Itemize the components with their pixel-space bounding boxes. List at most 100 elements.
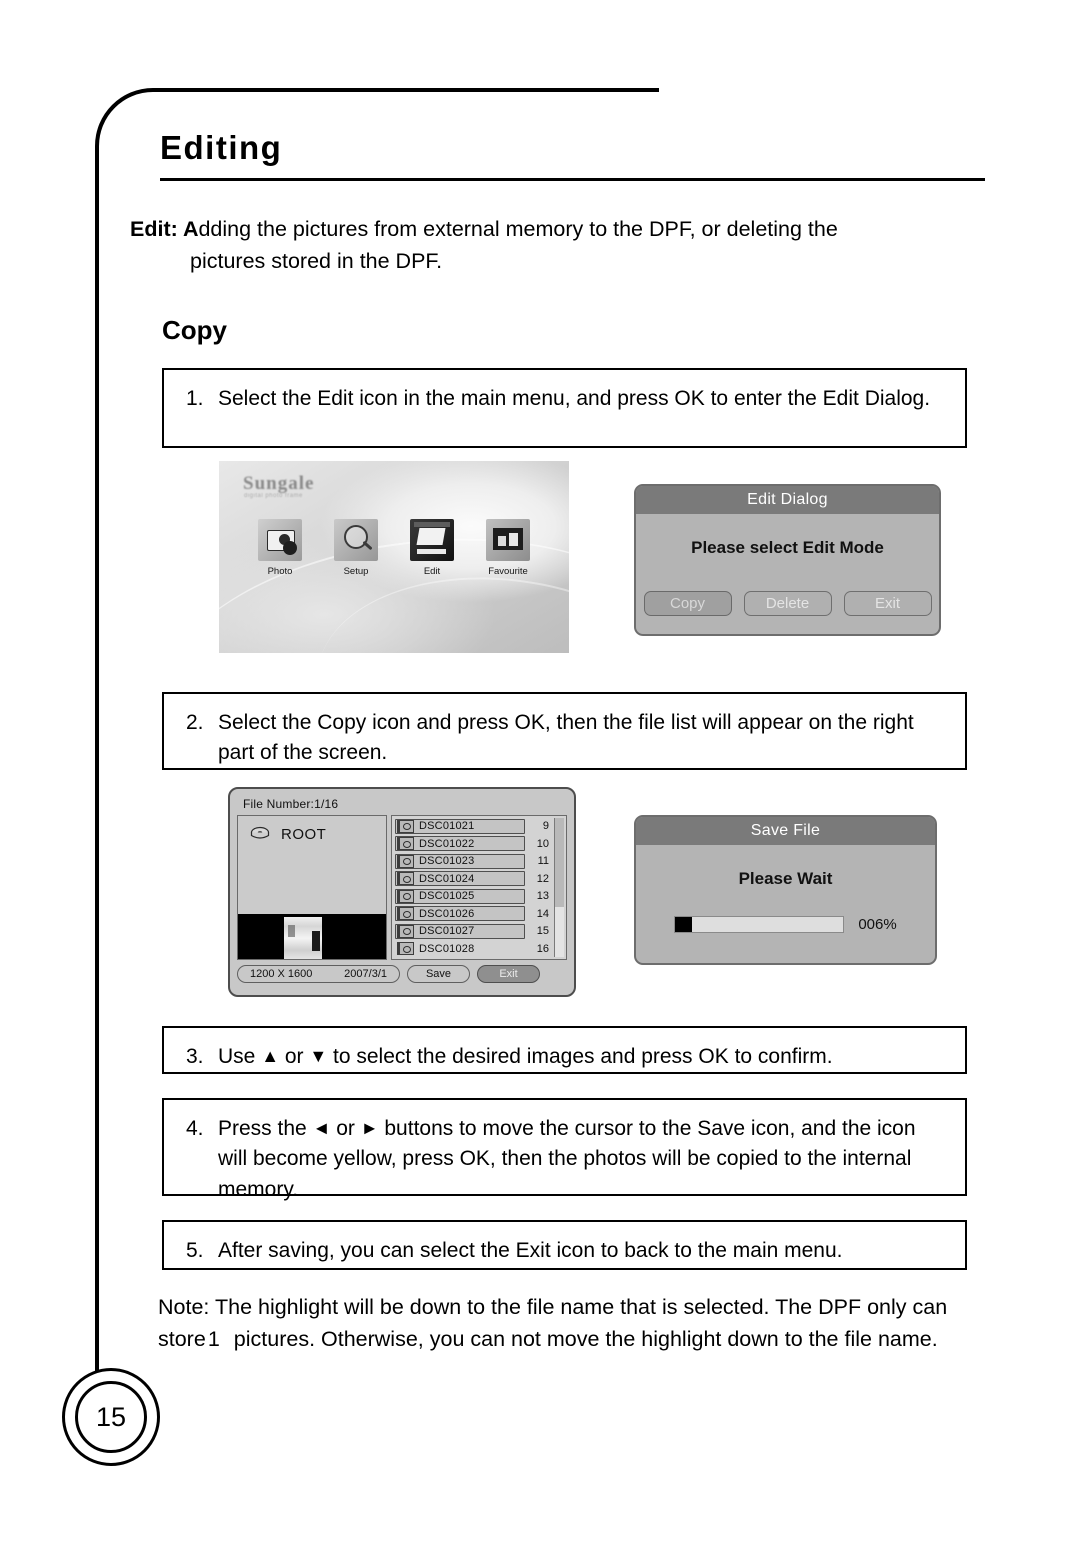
step-5-number: 5. <box>186 1239 204 1262</box>
file-index: 10 <box>536 837 549 850</box>
down-arrow-icon: ▼ <box>309 1046 328 1066</box>
step-1-number: 1. <box>186 387 204 410</box>
step-5-text: After saving, you can select the Exit ic… <box>218 1239 843 1262</box>
step-4-mid: or <box>330 1117 361 1140</box>
step-5-box: 5. After saving, you can select the Exit … <box>162 1220 967 1270</box>
file-list-item-chip[interactable]: DSC01021 <box>395 818 525 834</box>
intro-paragraph: Edit: Adding the pictures from external … <box>130 213 1000 278</box>
edit-page-icon <box>410 519 454 561</box>
file-name: DSC01026 <box>419 907 475 920</box>
camera-icon <box>258 519 302 561</box>
file-index: 13 <box>536 890 549 903</box>
image-file-icon <box>396 942 414 956</box>
file-browser-main: ROOT DSC01021 9 DSC01022 10 DSC01023 11 DSC010… <box>237 815 567 960</box>
file-number-label: File Number:1/16 <box>243 797 339 811</box>
exit-button[interactable]: Exit <box>843 591 932 616</box>
file-index: 12 <box>536 872 549 885</box>
main-menu-screenshot: Sungale digital photo frame Photo Setup <box>219 461 569 653</box>
file-index: 11 <box>537 855 549 868</box>
note-paragraph: Note: The highlight will be down to the … <box>158 1292 988 1355</box>
step-2-text: Select the Copy icon and press OK, then … <box>218 711 914 765</box>
file-list-item-chip[interactable]: DSC01026 <box>395 906 525 922</box>
file-list-scrollbar[interactable] <box>554 818 564 957</box>
file-index: 15 <box>536 925 549 938</box>
step-3-box: 3. Use ▲ or ▼ to select the desired image… <box>162 1026 967 1074</box>
up-arrow-icon: ▲ <box>261 1046 280 1066</box>
file-list-item-chip[interactable]: DSC01023 <box>395 853 525 869</box>
main-menu-item-photo[interactable]: Photo <box>253 519 307 577</box>
favourite-icon <box>486 519 530 561</box>
step-2-box: 2. Select the Copy icon and press OK, the… <box>162 692 967 770</box>
image-info-pill: 1200 X 1600 2007/3/1 <box>237 965 400 983</box>
main-menu-item-setup[interactable]: Setup <box>329 519 383 577</box>
intro-line1: dding the pictures from external memory … <box>198 217 838 241</box>
file-list-item-chip[interactable]: DSC01024 <box>395 871 525 887</box>
file-list-item[interactable]: DSC01026 14 <box>395 905 551 922</box>
file-list-item[interactable]: DSC01021 9 <box>395 818 551 835</box>
intro-line2: pictures stored in the DPF. <box>190 249 443 274</box>
magnifier-icon <box>334 519 378 561</box>
file-name: DSC01028 <box>419 942 475 955</box>
step-3-number: 3. <box>186 1045 204 1068</box>
file-index: 16 <box>536 942 549 955</box>
page-frame-top-rule <box>300 88 645 92</box>
main-menu-icon-row: Photo Setup Edit Favourite <box>219 519 569 577</box>
file-list-item[interactable]: DSC01025 13 <box>395 888 551 905</box>
file-name: DSC01027 <box>419 925 475 938</box>
step-2-number: 2. <box>186 711 204 734</box>
file-browser-left-pane: ROOT <box>237 815 387 960</box>
scrollbar-thumb[interactable] <box>555 818 564 907</box>
file-list-item[interactable]: DSC01028 16 <box>395 940 551 957</box>
file-list-item-chip[interactable]: DSC01025 <box>395 888 525 904</box>
file-index: 9 <box>542 820 549 833</box>
file-list-item[interactable]: DSC01027 15 <box>395 923 551 940</box>
save-button[interactable]: Save <box>407 965 470 983</box>
file-list-item[interactable]: DSC01024 12 <box>395 870 551 887</box>
page-header: Editing <box>160 129 985 182</box>
copy-button[interactable]: Copy <box>643 591 732 616</box>
file-list-item[interactable]: DSC01023 11 <box>395 853 551 870</box>
sungale-logo-subtitle: digital photo frame <box>244 493 303 499</box>
main-menu-label-setup: Setup <box>343 566 369 577</box>
save-file-dialog-screenshot: Save File Please Wait 006% <box>634 815 937 965</box>
main-menu-label-edit: Edit <box>423 566 441 577</box>
note-part2: pictures. Otherwise, you can not move th… <box>233 1326 938 1351</box>
step-4-box: 4. Press the ◄ or ► buttons to move the c… <box>162 1098 967 1201</box>
save-progress-row: 006% <box>636 916 935 933</box>
image-file-icon <box>396 889 414 903</box>
preview-thumbnail <box>284 917 322 959</box>
save-dialog-message: Please Wait <box>738 869 833 888</box>
right-arrow-icon: ► <box>360 1118 379 1138</box>
step-4-number: 4. <box>186 1117 204 1140</box>
main-menu-item-edit[interactable]: Edit <box>405 519 459 577</box>
image-resolution: 1200 X 1600 <box>250 968 313 980</box>
sungale-logo: Sungale <box>243 473 315 494</box>
step-3-prefix: Use <box>218 1045 262 1068</box>
title-underline <box>160 178 985 182</box>
image-file-icon <box>396 907 414 921</box>
step-1-box: 1. Select the Edit icon in the main menu,… <box>162 368 967 448</box>
image-file-icon <box>396 837 414 851</box>
root-folder-label: ROOT <box>281 826 327 843</box>
file-list-item-chip[interactable]: DSC01022 <box>395 836 525 852</box>
image-file-icon <box>396 872 414 886</box>
file-list-item[interactable]: DSC01022 10 <box>395 835 551 852</box>
file-list-item-chip[interactable]: DSC01028 <box>395 941 525 956</box>
main-menu-label-photo: Photo <box>267 566 293 577</box>
file-name: DSC01023 <box>419 855 475 868</box>
main-menu-label-favourite: Favourite <box>488 566 528 577</box>
edit-dialog-message: Please select Edit Mode <box>691 538 884 557</box>
file-list: DSC01021 9 DSC01022 10 DSC01023 11 DSC01024 12 D… <box>395 818 551 957</box>
file-name: DSC01021 <box>419 820 475 833</box>
file-name: DSC01025 <box>419 890 475 903</box>
exit-button[interactable]: Exit <box>477 965 540 983</box>
file-browser-right-pane: DSC01021 9 DSC01022 10 DSC01023 11 DSC01024 12 D… <box>391 815 567 960</box>
manual-page: Editing Edit: Adding the pictures from e… <box>0 0 1080 1563</box>
edit-dialog-button-row: Copy Delete Exit <box>636 591 939 616</box>
delete-button[interactable]: Delete <box>743 591 832 616</box>
edit-dialog-body: Please select Edit Mode Copy Delete Exit <box>636 514 939 634</box>
root-folder-row[interactable]: ROOT <box>238 816 386 914</box>
main-menu-item-favourite[interactable]: Favourite <box>481 519 535 577</box>
edit-dialog-title: Edit Dialog <box>636 486 939 514</box>
file-list-item-chip[interactable]: DSC01027 <box>395 923 525 939</box>
